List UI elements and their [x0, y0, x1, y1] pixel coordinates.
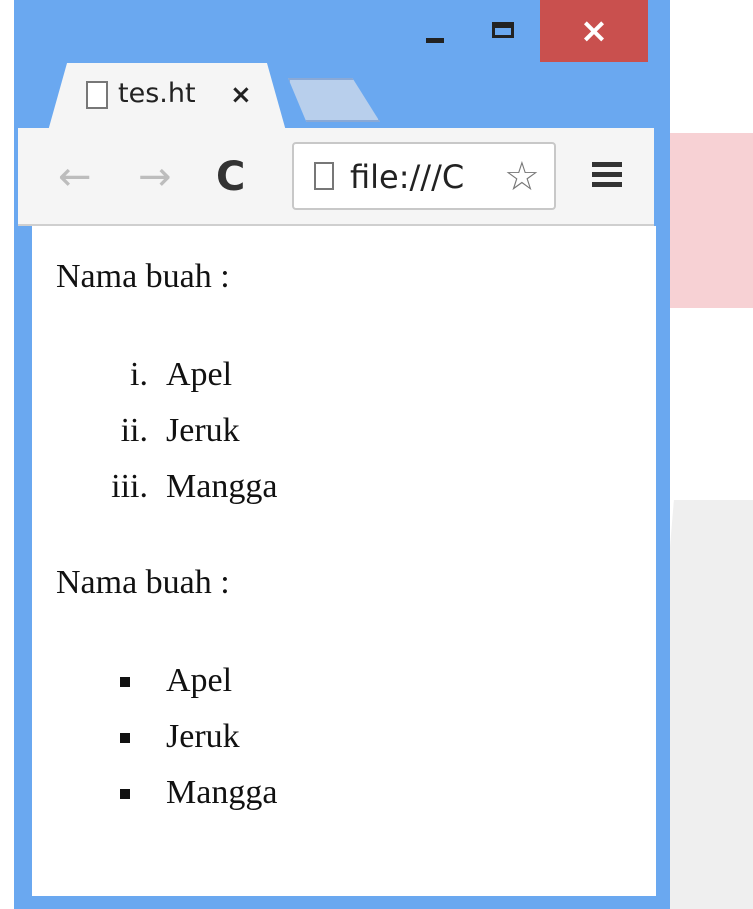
- list-item: ii. Jeruk: [32, 412, 632, 468]
- list-item-label: Mangga: [166, 774, 278, 811]
- list-item-label: Apel: [166, 662, 233, 699]
- square-bullet-icon: [120, 733, 130, 743]
- hamburger-menu-icon[interactable]: [592, 162, 622, 188]
- list-item-label: Apel: [166, 356, 233, 393]
- close-window-button[interactable]: ×: [540, 0, 648, 62]
- page-content: Nama buah : i. Apel ii. Jeruk iii. Mangg…: [32, 226, 656, 896]
- square-bullet-icon: [120, 789, 130, 799]
- list-item: Apel: [32, 662, 632, 718]
- list-marker: ii.: [120, 412, 148, 449]
- list-item-label: Jeruk: [166, 718, 240, 755]
- maximize-button[interactable]: [482, 14, 530, 48]
- address-text: file:///C: [350, 158, 465, 196]
- square-bullet-icon: [120, 677, 130, 687]
- list-item-label: Jeruk: [166, 412, 240, 449]
- list-item: Jeruk: [32, 718, 632, 774]
- reload-icon[interactable]: C: [216, 154, 245, 200]
- list-item: i. Apel: [32, 356, 632, 412]
- section-heading: Nama buah :: [56, 258, 230, 295]
- file-icon: [314, 162, 334, 190]
- bookmark-star-icon[interactable]: ☆: [500, 154, 540, 200]
- window-bottom-border: [14, 896, 670, 909]
- list-item: Mangga: [32, 774, 632, 830]
- list-marker: i.: [130, 356, 148, 393]
- maximize-icon: [492, 22, 514, 38]
- tab-title: tes.ht: [118, 78, 196, 109]
- list-marker: iii.: [111, 468, 148, 505]
- page-icon: [86, 81, 108, 109]
- forward-arrow-icon[interactable]: →: [138, 154, 172, 200]
- address-bar[interactable]: file:///C ☆: [292, 142, 556, 210]
- minimize-button[interactable]: [414, 14, 462, 48]
- list-item-label: Mangga: [166, 468, 278, 505]
- back-arrow-icon[interactable]: ←: [58, 154, 92, 200]
- minimize-icon: [426, 38, 444, 43]
- section-heading: Nama buah :: [56, 564, 230, 601]
- tab-close-button[interactable]: ×: [230, 80, 252, 110]
- list-item: iii. Mangga: [32, 468, 632, 524]
